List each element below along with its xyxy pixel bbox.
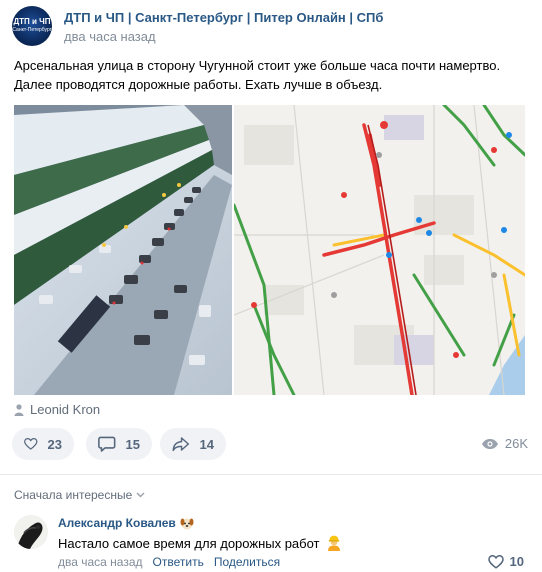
post-timestamp[interactable]: два часа назад [64, 29, 156, 44]
comment-timestamp[interactable]: два часа назад [58, 555, 143, 569]
dog-emoji-icon [180, 518, 194, 529]
share-button[interactable]: 14 [160, 428, 226, 460]
comment-meta: два часа назад Ответить Поделиться [58, 555, 280, 569]
comment-sort-dropdown[interactable]: Сначала интересные [14, 488, 145, 502]
share-comment-link[interactable]: Поделиться [214, 555, 280, 569]
street-photo-image [14, 105, 232, 395]
avatar-text-top: ДТП и ЧП [13, 17, 51, 26]
comment-sort-label: Сначала интересные [14, 488, 133, 502]
person-icon [14, 403, 24, 416]
comment-like-button[interactable]: 10 [487, 554, 524, 569]
view-count: 26K [504, 436, 528, 451]
traffic-map-image [234, 105, 525, 395]
comment-avatar[interactable] [14, 515, 48, 549]
heart-icon [24, 437, 38, 450]
comment-text: Настало самое время для дорожных работ [58, 535, 342, 551]
eye-icon [481, 438, 498, 449]
comment-text-body: Настало самое время для дорожных работ [58, 535, 320, 551]
construction-worker-emoji-icon [327, 535, 340, 551]
comment-count: 15 [125, 436, 140, 452]
comment-author[interactable]: Александр Ковалев [58, 516, 194, 530]
heart-icon [487, 554, 504, 569]
comment-icon [98, 436, 116, 452]
group-avatar[interactable]: ДТП и ЧП Санкт-Петербург [12, 6, 52, 46]
comment-author-name: Александр Ковалев [58, 516, 176, 530]
post-actions: 23 15 14 26K [12, 428, 528, 462]
comment-button[interactable]: 15 [86, 428, 152, 460]
view-counter: 26K [481, 436, 528, 451]
post-photo-street[interactable] [14, 105, 232, 395]
chevron-down-icon [136, 492, 145, 498]
avatar-text-bottom: Санкт-Петербург [12, 27, 52, 33]
reply-link[interactable]: Ответить [153, 555, 204, 569]
post-photo-traffic-map[interactable] [234, 105, 525, 395]
divider [0, 474, 542, 475]
like-button[interactable]: 23 [12, 428, 74, 460]
post-header: ДТП и ЧП Санкт-Петербург ДТП и ЧП | Санк… [12, 6, 532, 46]
share-arrow-icon [172, 437, 190, 452]
photo-author-name: Leonid Kron [30, 402, 101, 417]
photo-author[interactable]: Leonid Kron [14, 402, 100, 417]
like-count: 23 [47, 436, 62, 452]
post-text: Арсенальная улица в сторону Чугунной сто… [14, 58, 501, 92]
comment-like-count: 10 [509, 554, 524, 569]
share-count: 14 [199, 436, 214, 452]
group-name-link[interactable]: ДТП и ЧП | Санкт-Петербург | Питер Онлай… [64, 10, 383, 25]
